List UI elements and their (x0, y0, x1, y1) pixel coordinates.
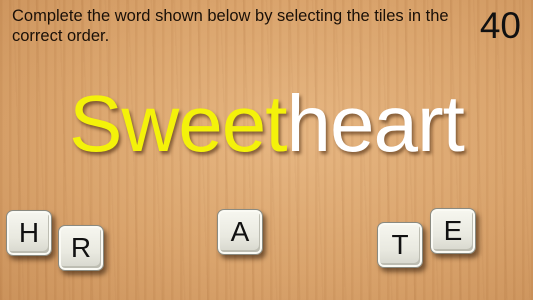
target-word: Sweetheart (0, 76, 533, 172)
letter-tile-r[interactable]: R (58, 225, 104, 271)
wooden-game-board: Complete the word shown below by selecti… (0, 0, 533, 300)
letter-tile-a[interactable]: A (217, 209, 263, 255)
letter-tile-t[interactable]: T (377, 222, 423, 268)
letter-tile-h[interactable]: H (6, 210, 52, 256)
countdown-timer: 40 (479, 5, 521, 46)
remaining-letters: heart (286, 79, 465, 168)
completed-letters: Sweet (69, 79, 287, 168)
letter-tile-e[interactable]: E (430, 208, 476, 254)
instructions-text: Complete the word shown below by selecti… (12, 7, 449, 45)
